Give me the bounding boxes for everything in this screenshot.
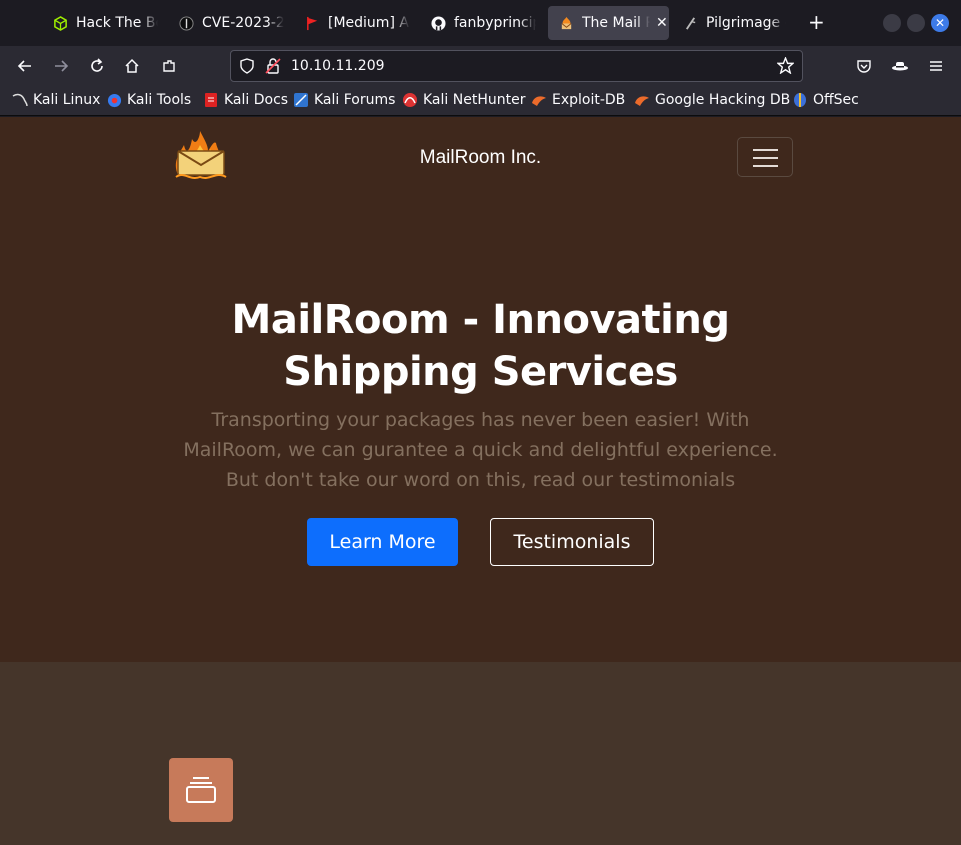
hero-section: MailRoom Inc. MailRoom - Innovating Ship… — [0, 117, 961, 662]
bookmark-label: Kali Docs — [224, 92, 289, 108]
reload-icon[interactable] — [87, 56, 107, 76]
bookmark-google-hacking-db[interactable]: Google Hacking DB — [634, 92, 790, 108]
bookmarks-toolbar: Kali Linux Kali Tools Kali Docs Kali For… — [0, 86, 961, 116]
tab-medium[interactable]: [Medium] Ag — [304, 6, 410, 40]
offsec-icon — [792, 92, 808, 108]
hero-title: MailRoom - Innovating Shipping Services — [231, 297, 730, 395]
htb-cube-icon — [52, 15, 68, 31]
hero-description: Transporting your packages has never bee… — [183, 409, 778, 491]
nethunter-icon — [402, 92, 418, 108]
url-text: 10.10.11.209 — [291, 58, 385, 74]
pilgrimage-icon — [682, 15, 698, 31]
bookmark-label: Google Hacking DB — [655, 92, 791, 108]
collection-icon — [169, 758, 233, 822]
account-hat-icon[interactable] — [890, 56, 910, 76]
testimonials-button[interactable]: Testimonials — [490, 518, 654, 566]
bookmark-kali-forums[interactable]: Kali Forums — [293, 92, 395, 108]
tab-title: Hack The Box — [76, 15, 158, 31]
toggler-bar — [753, 165, 778, 167]
tab-github[interactable]: fanbyprinciple — [430, 6, 536, 40]
tab-mailroom-active[interactable]: The Mail R ✕ — [548, 6, 669, 40]
tab-title: fanbyprinciple — [454, 15, 536, 31]
close-window-button[interactable]: ✕ — [931, 14, 949, 32]
cve-site-icon — [178, 15, 194, 31]
ghdb-icon — [634, 92, 650, 108]
bookmark-star-icon[interactable] — [776, 56, 795, 78]
exploit-db-icon — [531, 92, 547, 108]
pocket-icon[interactable] — [854, 56, 874, 76]
mailroom-favicon — [558, 15, 574, 31]
navigation-toolbar: 10.10.11.209 — [0, 46, 961, 86]
bookmark-offsec[interactable]: OffSec — [792, 92, 859, 108]
close-tab-icon[interactable]: ✕ — [656, 15, 668, 31]
site-brand[interactable]: MailRoom Inc. — [0, 147, 961, 169]
new-tab-button[interactable]: + — [808, 12, 825, 32]
tab-strip: Hack The Box CVE-2023-23 [Medium] Ag fan… — [0, 0, 961, 46]
bookmark-kali-linux[interactable]: Kali Linux — [12, 92, 100, 108]
kali-dragon-icon — [12, 92, 28, 108]
bookmark-label: Exploit-DB — [552, 92, 626, 108]
github-icon — [430, 15, 446, 31]
minimize-window-button[interactable] — [883, 14, 901, 32]
toggler-bar — [753, 157, 778, 159]
kali-tools-icon — [106, 92, 122, 108]
tab-title: [Medium] Ag — [328, 15, 410, 31]
bookmark-label: Kali Forums — [314, 92, 396, 108]
insecure-lock-icon[interactable] — [265, 58, 281, 78]
forward-arrow-icon[interactable] — [51, 56, 71, 76]
kali-docs-icon — [203, 92, 219, 108]
extensions-icon[interactable] — [159, 56, 179, 76]
bookmark-label: Kali NetHunter — [423, 92, 526, 108]
tab-title: Pilgrimage - — [706, 15, 786, 31]
back-arrow-icon[interactable] — [15, 56, 35, 76]
page-viewport: MailRoom Inc. MailRoom - Innovating Ship… — [0, 117, 961, 845]
bookmark-label: Kali Tools — [127, 92, 192, 108]
hamburger-menu-icon[interactable] — [926, 56, 946, 76]
red-flag-icon — [304, 15, 320, 31]
tab-title: CVE-2023-23 — [202, 15, 284, 31]
home-icon[interactable] — [122, 56, 142, 76]
bookmark-exploit-db[interactable]: Exploit-DB — [531, 92, 625, 108]
tab-pilgrimage[interactable]: Pilgrimage - — [682, 6, 786, 40]
bookmark-label: OffSec — [813, 92, 859, 108]
maximize-window-button[interactable] — [907, 14, 925, 32]
bookmark-label: Kali Linux — [33, 92, 101, 108]
bookmark-kali-tools[interactable]: Kali Tools — [106, 92, 191, 108]
tab-cve[interactable]: CVE-2023-23 — [178, 6, 284, 40]
tab-title: The Mail R — [582, 15, 650, 31]
kali-forums-icon — [293, 92, 309, 108]
tab-hack-the-box[interactable]: Hack The Box — [52, 6, 158, 40]
shield-icon[interactable] — [239, 58, 255, 78]
navbar-toggler-button[interactable] — [737, 137, 793, 177]
bookmark-kali-docs[interactable]: Kali Docs — [203, 92, 288, 108]
learn-more-button[interactable]: Learn More — [307, 518, 458, 566]
url-bar[interactable]: 10.10.11.209 — [230, 50, 803, 82]
bookmark-kali-nethunter[interactable]: Kali NetHunter — [402, 92, 525, 108]
features-section — [0, 662, 961, 845]
toggler-bar — [753, 149, 778, 151]
